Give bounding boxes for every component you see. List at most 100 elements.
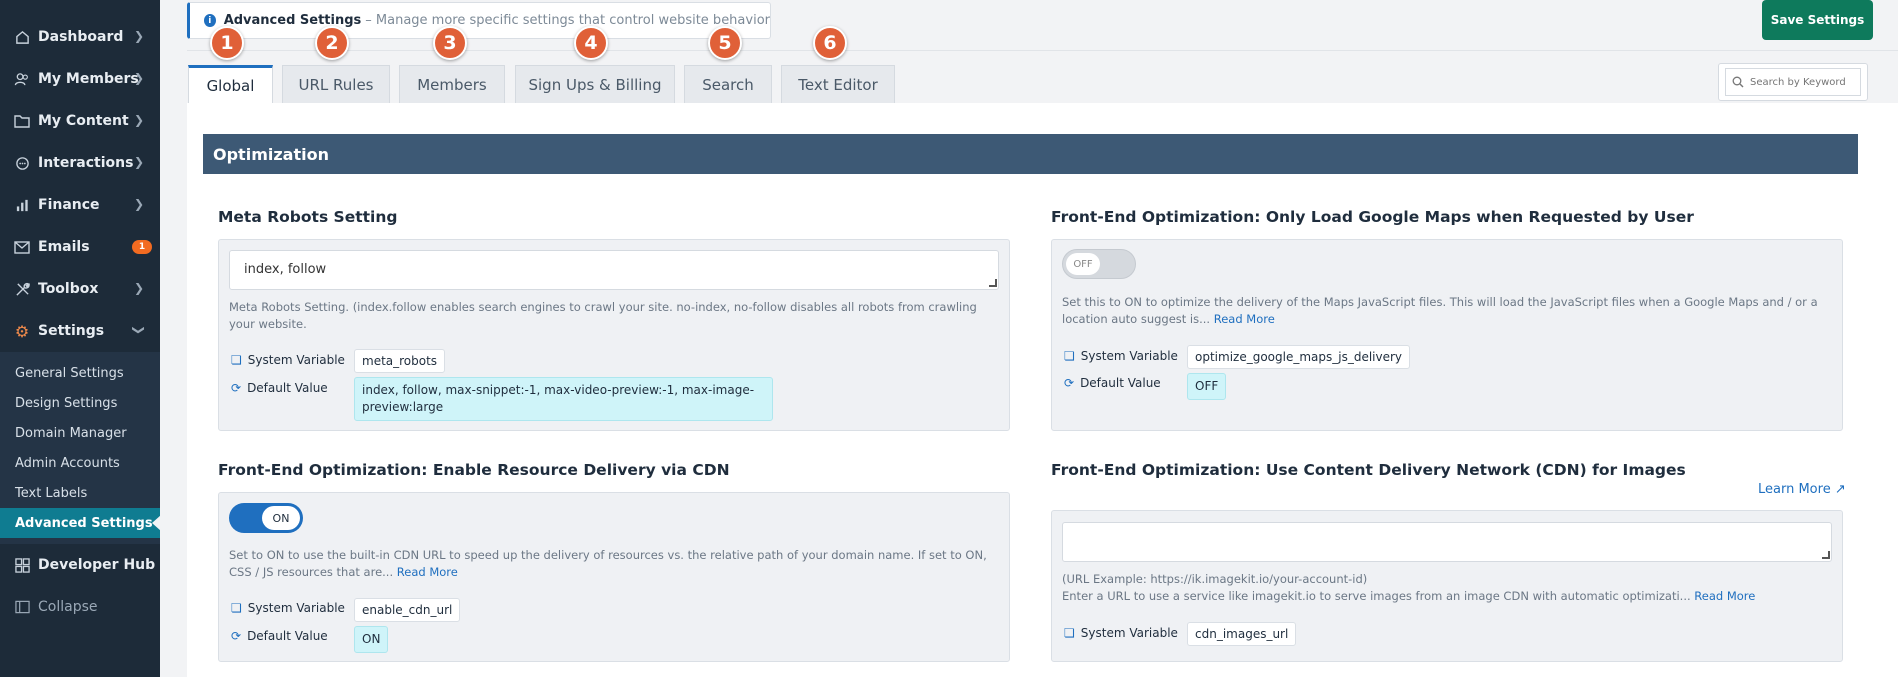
system-variable-value[interactable]: optimize_google_maps_js_delivery xyxy=(1187,345,1411,369)
chevron-right-icon: ❯ xyxy=(133,113,144,127)
help-text: Set to ON to use the built-in CDN URL to… xyxy=(229,548,987,579)
nav-toolbox[interactable]: Toolbox ❯ xyxy=(0,268,160,310)
resize-handle[interactable] xyxy=(1822,551,1830,559)
nav-label: Settings xyxy=(38,323,105,339)
system-variable-label: ❏ System Variable xyxy=(231,353,345,367)
nav-interactions[interactable]: Interactions ❯ xyxy=(0,142,160,184)
nav-my-content[interactable]: My Content ❯ xyxy=(0,100,160,142)
setting-title-cdn: Front-End Optimization: Enable Resource … xyxy=(218,461,730,479)
system-variable-label: ❏ System Variable xyxy=(231,601,345,615)
sub-admin-accounts[interactable]: Admin Accounts xyxy=(0,448,160,478)
meta-robots-textarea[interactable]: index, follow xyxy=(229,250,999,290)
keyword-search xyxy=(1718,63,1868,101)
setting-title-google-maps: Front-End Optimization: Only Load Google… xyxy=(1051,208,1694,226)
default-value-chip: ON xyxy=(354,626,389,653)
sidebar: Dashboard ❯ My Members ❯ My Content ❯ In… xyxy=(0,0,161,677)
tab-sign-ups-billing[interactable]: Sign Ups & Billing xyxy=(515,65,675,103)
nav-label: My Content xyxy=(38,113,129,129)
chevron-right-icon: ❯ xyxy=(133,197,144,211)
system-variable-label: ❏ System Variable xyxy=(1064,626,1178,640)
sub-text-labels[interactable]: Text Labels xyxy=(0,478,160,508)
nav-finance[interactable]: Finance ❯ xyxy=(0,184,160,226)
toggle-knob: OFF xyxy=(1066,253,1100,275)
cdn-images-url-textarea[interactable] xyxy=(1062,522,1832,562)
sub-design-settings[interactable]: Design Settings xyxy=(0,388,160,418)
nav-settings[interactable]: ⚙ Settings ❯ xyxy=(0,310,160,352)
nav-dashboard[interactable]: Dashboard ❯ xyxy=(0,16,160,58)
nav-collapse[interactable]: Collapse xyxy=(0,586,160,628)
tab-global[interactable]: Global xyxy=(188,65,273,103)
system-variable-label: ❏ System Variable xyxy=(1064,349,1178,363)
page-header: i Advanced Settings – Manage more specif… xyxy=(187,2,771,39)
copy-icon: ❏ xyxy=(231,353,242,367)
tab-search[interactable]: Search xyxy=(684,65,772,103)
tab-text-editor[interactable]: Text Editor xyxy=(781,65,895,103)
search-input[interactable] xyxy=(1750,76,1860,88)
sub-general-settings[interactable]: General Settings xyxy=(0,358,160,388)
label-text: Default Value xyxy=(247,629,328,643)
read-more-link[interactable]: Read More xyxy=(397,565,458,579)
learn-more-link[interactable]: Learn More ↗ xyxy=(1758,482,1846,497)
users-icon xyxy=(12,72,32,87)
google-maps-toggle[interactable]: OFF xyxy=(1062,249,1136,279)
nav-my-members[interactable]: My Members ❯ xyxy=(0,58,160,100)
settings-submenu: General Settings Design Settings Domain … xyxy=(0,352,161,544)
copy-icon: ❏ xyxy=(1064,626,1075,640)
external-link-icon: ↗ xyxy=(1834,482,1846,497)
tab-members[interactable]: Members xyxy=(399,65,505,103)
chat-icon xyxy=(12,156,32,171)
nav-label: Toolbox xyxy=(38,281,99,297)
link-text: Learn More xyxy=(1758,482,1831,497)
mail-icon xyxy=(12,240,32,254)
toggle-knob: ON xyxy=(262,506,300,530)
label-text: Default Value xyxy=(1080,376,1161,390)
read-more-link[interactable]: Read More xyxy=(1694,589,1755,603)
section-header-optimization: Optimization xyxy=(203,134,1858,174)
step-marker: 1 xyxy=(210,26,244,60)
label-text: System Variable xyxy=(247,353,345,367)
label-text: System Variable xyxy=(1080,626,1178,640)
help-text: Set this to ON to optimize the delivery … xyxy=(1062,295,1818,326)
page-title: Advanced Settings xyxy=(223,13,362,28)
meta-robots-help: Meta Robots Setting. (index.follow enabl… xyxy=(229,300,977,331)
step-marker: 3 xyxy=(433,26,467,60)
email-count-badge: 1 xyxy=(132,240,152,254)
refresh-icon: ⟳ xyxy=(1064,376,1075,390)
nav-label: Dashboard xyxy=(38,29,124,45)
default-value-label: ⟳ Default Value xyxy=(231,381,328,395)
bar-chart-icon xyxy=(12,198,32,213)
default-value-label: ⟳ Default Value xyxy=(231,629,328,643)
grid-icon xyxy=(12,557,32,573)
collapse-icon xyxy=(12,600,32,614)
step-marker: 6 xyxy=(813,26,847,60)
page-description: – Manage more specific settings that con… xyxy=(365,13,770,28)
system-variable-value[interactable]: enable_cdn_url xyxy=(354,598,461,622)
system-variable-value[interactable]: meta_robots xyxy=(354,349,446,373)
search-field xyxy=(1725,68,1861,96)
chevron-right-icon: ❯ xyxy=(133,29,144,43)
nav-label: Collapse xyxy=(38,599,98,615)
help-text: Enter a URL to use a service like imagek… xyxy=(1062,589,1691,603)
nav-developer-hub[interactable]: Developer Hub xyxy=(0,544,160,586)
sub-domain-manager[interactable]: Domain Manager xyxy=(0,418,160,448)
default-value-chip: OFF xyxy=(1187,373,1227,400)
step-marker: 4 xyxy=(574,26,608,60)
cdn-toggle[interactable]: ON xyxy=(229,503,303,533)
read-more-link[interactable]: Read More xyxy=(1214,312,1275,326)
system-variable-value[interactable]: cdn_images_url xyxy=(1187,622,1297,646)
copy-icon: ❏ xyxy=(1064,349,1075,363)
nav-label: My Members xyxy=(38,71,139,87)
cdn-help: Set to ON to use the built-in CDN URL to… xyxy=(229,547,999,581)
label-text: System Variable xyxy=(247,601,345,615)
tools-icon xyxy=(12,282,32,297)
tab-url-rules[interactable]: URL Rules xyxy=(282,65,390,103)
nav-emails[interactable]: Emails 1 xyxy=(0,226,160,268)
step-marker: 5 xyxy=(708,26,742,60)
resize-handle[interactable] xyxy=(989,279,997,287)
gear-icon: ⚙ xyxy=(14,321,30,341)
setting-title-meta-robots: Meta Robots Setting xyxy=(218,208,398,226)
sub-advanced-settings[interactable]: Advanced Settings xyxy=(0,508,161,538)
step-marker: 2 xyxy=(315,26,349,60)
save-settings-button[interactable]: Save Settings xyxy=(1762,0,1873,40)
setting-title-cdn-images: Front-End Optimization: Use Content Deli… xyxy=(1051,461,1686,479)
